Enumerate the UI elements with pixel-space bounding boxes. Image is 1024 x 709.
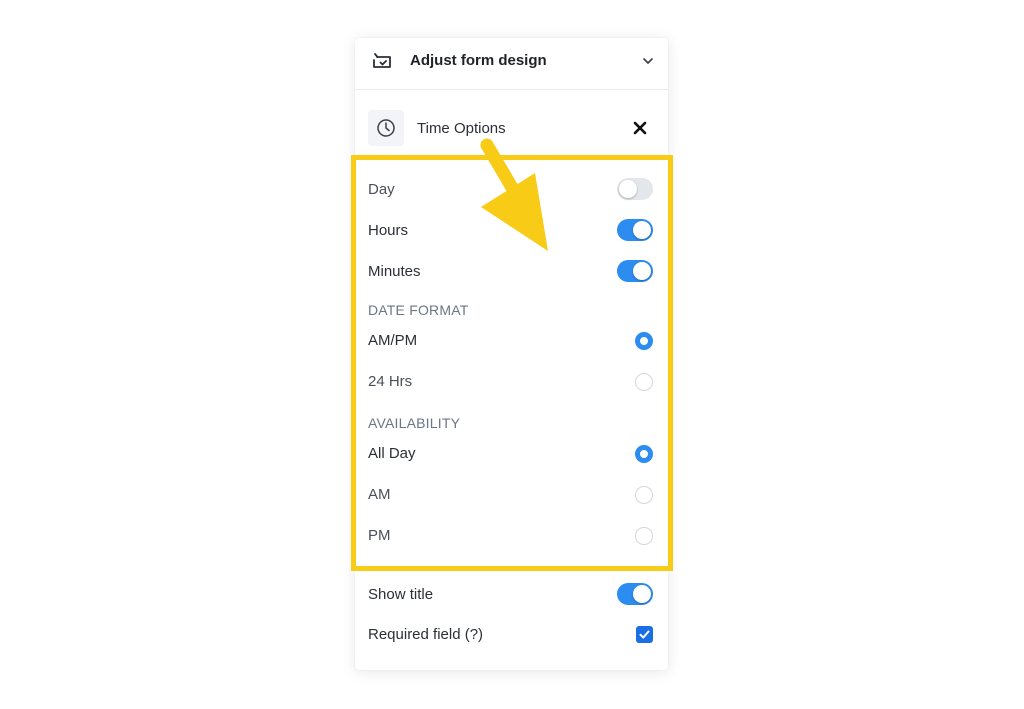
hours-toggle[interactable] [617, 219, 653, 241]
toggle-knob [633, 221, 651, 239]
checkmark-icon [639, 630, 650, 639]
toggle-knob [633, 262, 651, 280]
pm-label: PM [368, 527, 391, 544]
show-title-toggle[interactable] [617, 583, 653, 605]
time-options-section-header: Time Options [355, 90, 668, 166]
ampm-label: AM/PM [368, 332, 418, 349]
form-design-icon [373, 53, 391, 68]
day-label: Day [368, 181, 395, 198]
required-field-row: Required field (?) [355, 617, 668, 653]
toggle-knob [619, 180, 637, 198]
day-toggle[interactable] [617, 178, 653, 200]
ampm-radio[interactable] [635, 332, 653, 350]
date-format-option-24hrs[interactable]: 24 Hrs [355, 364, 668, 400]
am-label: AM [368, 486, 391, 503]
hours-toggle-row: Hours [355, 213, 668, 249]
24hrs-label: 24 Hrs [368, 373, 413, 390]
clock-icon-box [368, 110, 404, 146]
hours-label: Hours [368, 222, 409, 239]
minutes-toggle[interactable] [617, 260, 653, 282]
minutes-toggle-row: Minutes [355, 254, 668, 290]
minutes-label: Minutes [368, 263, 421, 280]
availability-option-pm[interactable]: PM [355, 518, 668, 554]
show-title-row: Show title [355, 577, 668, 613]
form-settings-panel: Adjust form design Time Options Day Hour… [355, 38, 668, 670]
chevron-down-icon[interactable] [642, 55, 654, 67]
day-toggle-row: Day [355, 172, 668, 208]
required-field-label: Required field (?) [368, 626, 484, 643]
close-icon[interactable] [633, 121, 647, 135]
required-field-checkbox[interactable] [636, 626, 653, 643]
clock-icon [377, 119, 395, 137]
availability-option-am[interactable]: AM [355, 477, 668, 513]
date-format-option-ampm[interactable]: AM/PM [355, 323, 668, 359]
panel-header[interactable]: Adjust form design [355, 38, 668, 90]
am-radio[interactable] [635, 486, 653, 504]
show-title-label: Show title [368, 586, 434, 603]
all-day-label: All Day [368, 445, 416, 462]
all-day-radio[interactable] [635, 445, 653, 463]
section-title: Time Options [417, 120, 506, 137]
toggle-knob [633, 585, 651, 603]
date-format-heading: DATE FORMAT [368, 302, 469, 318]
panel-title: Adjust form design [410, 52, 547, 69]
availability-heading: AVAILABILITY [368, 415, 461, 431]
24hrs-radio[interactable] [635, 373, 653, 391]
availability-option-all-day[interactable]: All Day [355, 436, 668, 472]
pm-radio[interactable] [635, 527, 653, 545]
